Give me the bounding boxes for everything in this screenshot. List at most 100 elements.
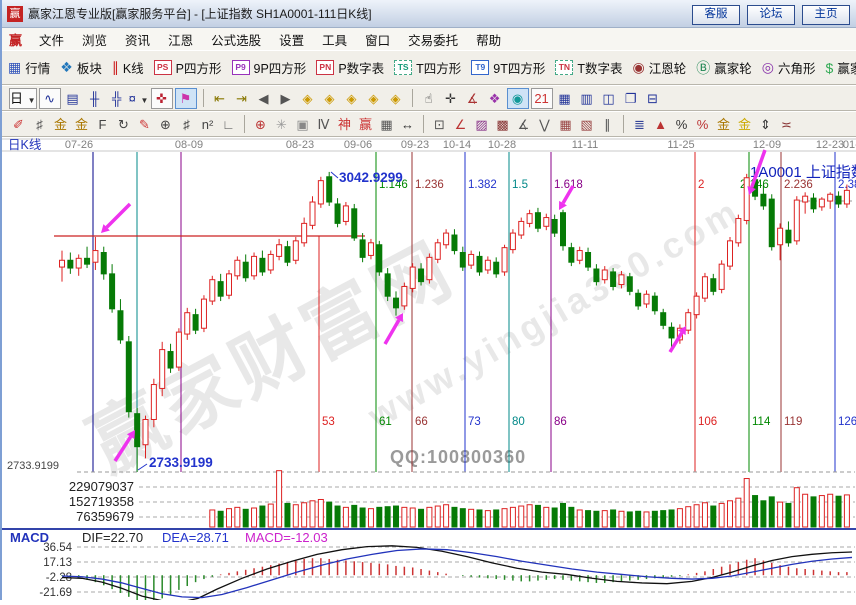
pressure-pct-icon[interactable]: ▲ <box>652 115 670 134</box>
print-icon[interactable]: ⊟ <box>643 89 663 108</box>
zoom-left-icon[interactable]: ◈ <box>298 89 318 108</box>
percent-tool-icon[interactable]: % <box>673 115 691 134</box>
ruler-grid-icon[interactable]: ▦ <box>378 115 396 134</box>
crosshair-tool-icon[interactable]: ✛ <box>441 89 461 108</box>
menu-item-交易委托[interactable]: 交易委托 <box>399 30 467 49</box>
svg-text:08-09: 08-09 <box>175 139 203 151</box>
star-burst-icon[interactable]: ✳ <box>273 115 291 134</box>
spiral-box-icon[interactable]: ▩ <box>494 115 512 134</box>
angle-measure-icon[interactable]: ∡ <box>463 89 483 108</box>
toolbar-separator <box>412 89 413 107</box>
gann-frame-icon[interactable]: ✜ <box>151 88 173 109</box>
menu-item-公式选股[interactable]: 公式选股 <box>202 30 270 49</box>
time-grid-icon[interactable]: ▧ <box>578 115 596 134</box>
square-numbers-icon[interactable]: n² <box>199 115 217 134</box>
ai-brain-icon[interactable]: ◉ <box>507 88 529 109</box>
toolbar-item-gann-wheel[interactable]: ◉江恩轮 <box>633 58 687 77</box>
toolbar-item-winner-wheel[interactable]: Ⓑ赢家轮 <box>696 58 752 78</box>
chart-bars-3-icon[interactable]: ╫ <box>85 89 105 108</box>
fan-box-icon[interactable]: ▨ <box>473 115 491 134</box>
gold-circle-icon[interactable]: 金 <box>715 115 733 134</box>
price-grid-icon[interactable]: ▦ <box>557 115 575 134</box>
wave-count-icon[interactable]: Ⅳ <box>315 115 333 134</box>
calendar-icon[interactable]: 21 <box>531 88 553 109</box>
candle-style-icon[interactable]: ¤ ▼ <box>129 89 149 108</box>
gold-lines-icon[interactable]: 金 <box>736 115 754 134</box>
h-measure-icon[interactable]: ↔ <box>399 115 417 134</box>
v-measure-icon[interactable]: ⇕ <box>757 115 775 134</box>
toolbar-item-9p-square[interactable]: P99P四方形 <box>232 58 307 77</box>
toolbar-item-kline[interactable]: ∥K线 <box>112 58 144 77</box>
toolbar-main: ▦行情 ❖板块 ∥K线 PSP四方形 P99P四方形 PNP数字表 TST四方形 T99T四方… <box>2 50 856 85</box>
zoom-horizontal-icon[interactable]: ◈ <box>342 89 362 108</box>
brush-tool-icon[interactable]: ✎ <box>136 115 154 134</box>
parallel-lines-icon[interactable]: ∥ <box>599 115 617 134</box>
fan-lines-icon[interactable]: ∠ <box>452 115 470 134</box>
menu-item-文件[interactable]: 文件 <box>30 30 73 49</box>
first-bar-icon[interactable]: ⇤ <box>210 89 230 108</box>
toolbar-item-t-square[interactable]: TST四方形 <box>394 58 461 77</box>
levels-tool-icon[interactable]: ≣ <box>631 115 649 134</box>
toolbar-item-sectors[interactable]: ❖板块 <box>60 58 102 77</box>
svg-text:17.13: 17.13 <box>43 557 72 569</box>
zoom-expand-icon[interactable]: ◈ <box>364 89 384 108</box>
calculator-icon[interactable]: ▦ <box>555 89 575 108</box>
draw-pencil-icon[interactable]: ✐ <box>10 115 28 134</box>
prev-bar-icon[interactable]: ◀ <box>254 89 274 108</box>
toolbar-item-quotes[interactable]: ▦行情 <box>8 58 50 77</box>
gann-circle-icon[interactable]: ⊕ <box>252 115 270 134</box>
homepage-button[interactable]: 主页 <box>802 5 850 25</box>
flag-tool-icon[interactable]: ⚑ <box>175 88 197 109</box>
menu-item-工具[interactable]: 工具 <box>313 30 356 49</box>
toolbar-label: 9P四方形 <box>254 58 307 77</box>
v-lines-icon[interactable]: ⋁ <box>536 115 554 134</box>
toolbar-item-p-table[interactable]: PNP数字表 <box>316 58 384 77</box>
grid-tool-2-icon[interactable]: ♯ <box>178 115 196 134</box>
next-bar-icon[interactable]: ▶ <box>276 89 296 108</box>
toolbar-item-p-square[interactable]: PSP四方形 <box>154 58 222 77</box>
model-tool-icon[interactable]: ❖ <box>485 89 505 108</box>
high-low-icon[interactable]: ≍ <box>778 115 796 134</box>
forum-button[interactable]: 论坛 <box>747 5 795 25</box>
hand-tool-icon[interactable]: ☝ <box>419 89 439 108</box>
angle-lines-icon[interactable]: ∟ <box>220 115 238 134</box>
menu-item-窗口[interactable]: 窗口 <box>356 30 399 49</box>
gold-grid-2-icon[interactable]: 金 <box>73 115 91 134</box>
toolbar-item-winner-stock[interactable]: $赢家股 <box>826 58 856 77</box>
toolbar-item-t-table[interactable]: TNT数字表 <box>555 58 622 77</box>
info-panel-icon[interactable]: ▤ <box>63 89 83 108</box>
fibonacci-grid-icon[interactable]: F <box>94 115 112 134</box>
dropdown-arrow-icon: ▼ <box>141 96 149 105</box>
last-bar-icon[interactable]: ⇥ <box>232 89 252 108</box>
customer-service-button[interactable]: 客服 <box>692 5 740 25</box>
toolbar-item-9t-square[interactable]: T99T四方形 <box>471 58 545 77</box>
svg-text:12-23: 12-23 <box>816 139 844 151</box>
square-target-icon[interactable]: ▣ <box>294 115 312 134</box>
save-icon[interactable]: ◫ <box>599 89 619 108</box>
toolbar-separator <box>203 89 204 107</box>
menu-item-浏览[interactable]: 浏览 <box>73 30 116 49</box>
zoom-all-icon[interactable]: ◈ <box>386 89 406 108</box>
shen-tool-icon[interactable]: 神 <box>336 115 354 134</box>
menu-item-帮助[interactable]: 帮助 <box>467 30 510 49</box>
chart-bars-9-icon[interactable]: ╬ <box>107 89 127 108</box>
menu-item-资讯[interactable]: 资讯 <box>116 30 159 49</box>
zoom-down-icon[interactable]: ◈ <box>320 89 340 108</box>
gold-grid-1-icon[interactable]: 金 <box>52 115 70 134</box>
percent-lines-icon[interactable]: % <box>694 115 712 134</box>
trend-curve-icon[interactable]: ∿ <box>39 88 61 109</box>
period-daily-icon[interactable]: 日 ▼ <box>9 88 37 109</box>
circle-grid-icon[interactable]: ⊕ <box>157 115 175 134</box>
kline-chart-canvas[interactable]: 赢家财富网www.yingjia360.comQQ:10080036007-26… <box>2 137 856 600</box>
windows-arrange-icon[interactable]: ❐ <box>621 89 641 108</box>
notes-icon[interactable]: ▥ <box>577 89 597 108</box>
angle-tool-2-icon[interactable]: ∡ <box>515 115 533 134</box>
menu-item-设置[interactable]: 设置 <box>270 30 313 49</box>
grid-tool-icon[interactable]: ♯ <box>31 115 49 134</box>
win-tool-icon[interactable]: 赢 <box>357 115 375 134</box>
toolbar-item-hexagon[interactable]: ◎六角形 <box>762 58 816 77</box>
chart-area[interactable]: 赢家财富网www.yingjia360.comQQ:10080036007-26… <box>2 137 856 600</box>
menu-item-江恩[interactable]: 江恩 <box>159 30 202 49</box>
box-tool-icon[interactable]: ⊡ <box>431 115 449 134</box>
spiral-tool-icon[interactable]: ↻ <box>115 115 133 134</box>
